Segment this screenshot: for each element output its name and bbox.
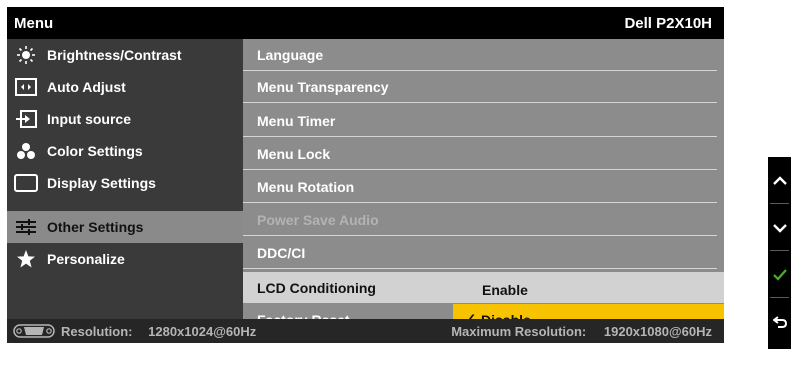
submenu-item-label: Menu Lock [257,146,331,162]
menu-item-input-source[interactable]: Input source [7,103,243,135]
submenu-item-language[interactable]: Language [243,39,724,71]
submenu-item-menu-transparency[interactable]: Menu Transparency [243,71,724,103]
menu-title: Menu [14,15,54,32]
menu-item-label: Auto Adjust [47,79,126,95]
vga-connector-icon [13,324,55,341]
menu-item-color-settings[interactable]: Color Settings [7,135,243,167]
menu-header: Menu Dell P2X10H [7,7,724,39]
menu-item-auto-adjust[interactable]: Auto Adjust [7,71,243,103]
up-arrow-icon[interactable] [768,162,791,200]
display-settings-icon [13,172,39,194]
max-resolution-info: Maximum Resolution: 1920x1080@60Hz [451,324,712,339]
menu-item-other-settings[interactable]: Other Settings [7,211,243,243]
input-source-icon [13,108,39,130]
back-icon[interactable] [768,303,791,341]
osd-menu: Menu Dell P2X10H Brightness/Contrast Aut… [7,7,724,343]
submenu-item-power-save-audio: Power Save Audio [243,204,724,236]
submenu-item-menu-lock[interactable]: Menu Lock [243,138,724,170]
submenu-item-label: Menu Rotation [257,179,355,195]
menu-item-label: Display Settings [47,175,156,191]
submenu-item-ddc-ci[interactable]: DDC/CI [243,237,724,269]
osd-button-strip [768,157,791,349]
submenu-item-label: Power Save Audio [257,212,379,228]
color-settings-icon [13,140,39,162]
monitor-model: Dell P2X10H [624,15,712,32]
resolution-info: Resolution: 1280x1024@60Hz [61,324,256,339]
menu-item-label: Other Settings [47,219,144,235]
option-enable[interactable]: Enable [482,282,528,298]
menu-item-display-settings[interactable]: Display Settings [7,167,243,199]
star-icon [13,248,39,270]
check-icon[interactable] [768,256,791,294]
resolution-value: 1280x1024@60Hz [148,324,257,339]
menu-item-label: Brightness/Contrast [47,47,182,63]
menu-item-personalize[interactable]: Personalize [7,243,243,275]
submenu-item-label: Menu Timer [257,113,336,129]
menu-item-label: Personalize [47,251,125,267]
main-menu-list: Brightness/Contrast Auto Adjust Input so… [7,39,243,319]
menu-item-brightness-contrast[interactable]: Brightness/Contrast [7,39,243,71]
sliders-icon [13,216,39,238]
brightness-icon [13,44,39,66]
auto-adjust-icon [13,76,39,98]
submenu-item-menu-timer[interactable]: Menu Timer [243,105,724,137]
submenu-item-label: Language [257,47,324,63]
lcd-conditioning-label: LCD Conditioning [257,280,376,296]
submenu-item-label: Menu Transparency [257,79,389,95]
menu-item-label: Color Settings [47,143,143,159]
status-bar: Resolution: 1280x1024@60Hz Maximum Resol… [7,319,724,343]
menu-item-label: Input source [47,111,132,127]
max-resolution-label: Maximum Resolution: [451,324,587,339]
submenu-item-label: DDC/CI [257,245,306,261]
resolution-label: Resolution: [61,324,133,339]
down-arrow-icon[interactable] [768,209,791,247]
submenu-item-menu-rotation[interactable]: Menu Rotation [243,171,724,203]
submenu-item-lcd-conditioning[interactable]: LCD Conditioning Enable [243,272,724,303]
max-resolution-value: 1920x1080@60Hz [603,324,712,339]
